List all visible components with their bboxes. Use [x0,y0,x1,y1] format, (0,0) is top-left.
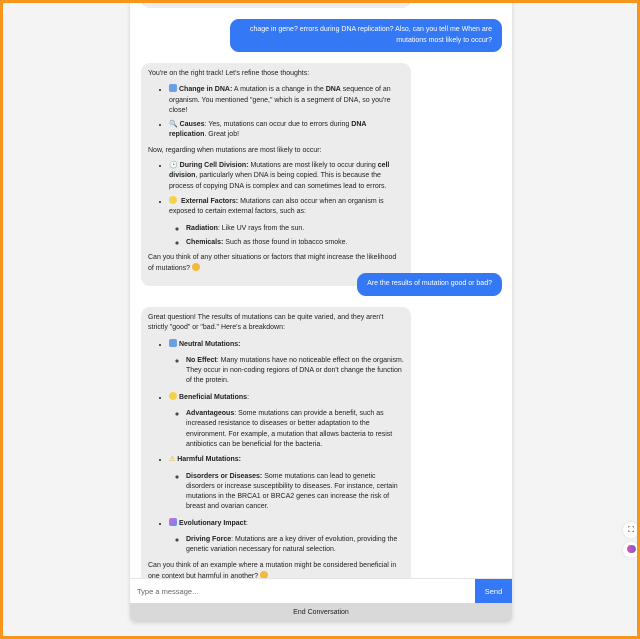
message-text: Great question! The results of mutations… [148,314,384,332]
sub-list-item: No Effect: Many mutations have no notice… [186,356,404,387]
chat-panel: chage in gene? errors during DNA replica… [130,0,512,622]
message-text: Can you think of an example where a muta… [148,561,397,578]
brain-icon[interactable] [623,542,639,558]
list-item: 🕒 During Cell Division: Mutations are mo… [169,161,404,192]
message-list[interactable]: chage in gene? errors during DNA replica… [130,0,512,578]
list-item: Beneficial Mutations: Advantageous: Some… [169,391,404,450]
warning-icon: ⚠ [169,456,176,464]
message-input-bar: Send [130,578,512,603]
sub-list-item: Driving Force: Mutations are a key drive… [186,535,404,556]
clock-icon: 🕒 [169,162,178,170]
list-item: 🔍 Causes: Yes, mutations can occur due t… [169,120,404,141]
end-conversation-button[interactable]: End Conversation [130,603,512,622]
arrows-cycle-icon [169,84,177,93]
sub-list-item: Chemicals: Such as those found in tobacc… [186,238,404,248]
list-item: ⚠ Harmful Mutations: Disorders or Diseas… [169,455,404,512]
send-button[interactable]: Send [475,579,512,603]
dna-icon [169,517,177,526]
arrows-cycle-icon [169,338,177,347]
user-message: chage in gene? errors during DNA replica… [230,19,502,52]
thinking-face-icon [191,263,200,272]
list-item: Evolutionary Impact: Driving Force: Muta… [169,517,404,556]
bot-message: Great question! The results of mutations… [141,307,411,578]
list-item: Neutral Mutations: No Effect: Many mutat… [169,338,404,387]
magnifier-icon: 🔍 [169,121,178,129]
previous-bot-message [141,0,411,8]
message-input[interactable] [130,579,475,603]
bot-message: You're on the right track! Let's refine … [141,63,411,286]
message-text: You're on the right track! Let's refine … [148,70,310,77]
screenshot-tool-icon[interactable]: ⛶ [623,522,639,538]
sun-icon [169,391,177,400]
sun-icon [169,195,177,204]
list-item: External Factors: Mutations can also occ… [169,195,404,248]
sub-list-item: Radiation: Like UV rays from the sun. [186,224,404,234]
message-text: Can you think of any other situations or… [148,254,397,273]
message-text: Now, regarding when mutations are most l… [148,146,322,154]
sub-list-item: Advantageous: Some mutations can provide… [186,409,404,450]
user-message: Are the results of mutation good or bad? [357,273,502,296]
sub-list-item: Disorders or Diseases: Some mutations ca… [186,472,404,513]
list-item: Change in DNA: A mutation is a change in… [169,84,404,116]
thinking-face-icon [260,570,269,578]
